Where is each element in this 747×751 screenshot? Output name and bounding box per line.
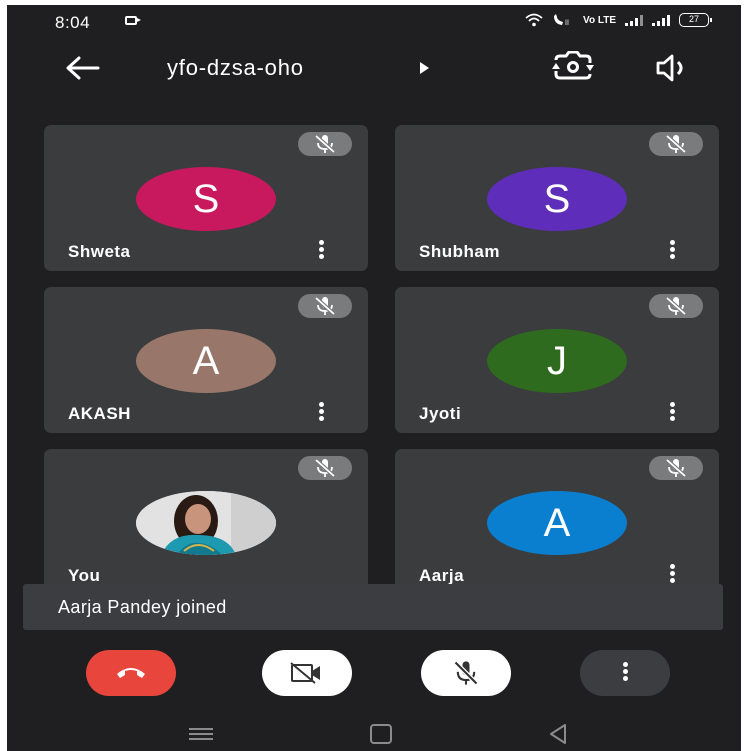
back-arrow-icon[interactable]	[65, 53, 101, 83]
signal-strength-icon	[625, 14, 643, 26]
participant-name: You	[68, 566, 101, 585]
mic-off-badge	[298, 456, 352, 480]
more-options-icon[interactable]	[316, 239, 326, 263]
participant-name: Shubham	[419, 242, 500, 261]
signal-strength-icon-2	[652, 14, 670, 26]
phone-hangup-icon	[117, 668, 145, 678]
mic-off-badge	[298, 294, 352, 318]
volte-label: Vo LTE	[583, 14, 616, 26]
more-vertical-icon	[620, 661, 630, 683]
avatar: S	[136, 167, 276, 231]
profile-photo	[136, 491, 276, 555]
toast-message: Aarja Pandey joined	[58, 597, 227, 617]
join-notification-toast: Aarja Pandey joined	[23, 584, 723, 630]
caret-right-icon[interactable]	[420, 62, 429, 74]
status-icons: ll Vo LTE 27	[525, 13, 712, 27]
mic-off-badge	[649, 132, 703, 156]
more-options-icon[interactable]	[667, 239, 677, 263]
meeting-header: yfo-dzsa-oho	[7, 45, 741, 95]
status-time: 8:04	[55, 13, 91, 32]
mic-off-badge	[649, 294, 703, 318]
wifi-calling-icon: ll	[554, 14, 569, 27]
participant-tile[interactable]: J Jyoti	[395, 287, 719, 433]
mic-off-icon	[314, 458, 336, 478]
participant-tile[interactable]: S Shubham	[395, 125, 719, 271]
mic-off-icon	[314, 296, 336, 316]
participant-tile-self[interactable]: You	[44, 449, 368, 589]
mic-toggle-button[interactable]	[421, 650, 511, 696]
mic-off-icon	[314, 134, 336, 154]
participant-tile[interactable]: A Aarja	[395, 449, 719, 589]
svg-text:ll: ll	[565, 19, 569, 27]
mic-off-badge	[649, 456, 703, 480]
end-call-button[interactable]	[86, 650, 176, 696]
video-off-icon	[290, 662, 320, 684]
switch-camera-icon[interactable]	[550, 51, 596, 83]
speaker-icon[interactable]	[652, 53, 694, 83]
participant-tile[interactable]: A AKASH	[44, 287, 368, 433]
mic-off-icon	[453, 660, 479, 686]
mic-off-icon	[665, 296, 687, 316]
participant-name: AKASH	[68, 404, 131, 423]
avatar: J	[487, 329, 627, 393]
nav-home-icon[interactable]	[370, 724, 392, 744]
meet-call-screen: 8:04 ll Vo LTE 27 yfo-dzsa-oho S Shweta …	[7, 5, 741, 751]
participant-name: Aarja	[419, 566, 465, 585]
participant-tile[interactable]: S Shweta	[44, 125, 368, 271]
mic-off-badge	[298, 132, 352, 156]
battery-icon: 27	[679, 13, 712, 27]
mic-off-icon	[665, 134, 687, 154]
participant-name: Shweta	[68, 242, 131, 261]
nav-recents-icon[interactable]	[189, 728, 213, 740]
camera-toggle-button[interactable]	[262, 650, 352, 696]
status-bar: 8:04 ll Vo LTE 27	[7, 5, 741, 39]
mic-off-icon	[665, 458, 687, 478]
more-options-icon[interactable]	[667, 401, 677, 425]
wifi-icon	[525, 13, 543, 27]
avatar: A	[136, 329, 276, 393]
more-options-icon[interactable]	[316, 401, 326, 425]
avatar: A	[487, 491, 627, 555]
avatar: S	[487, 167, 627, 231]
participant-name: Jyoti	[419, 404, 462, 423]
meeting-code[interactable]: yfo-dzsa-oho	[167, 55, 304, 81]
nav-back-icon[interactable]	[548, 723, 568, 745]
camera-in-use-icon	[125, 16, 141, 25]
more-options-button[interactable]	[580, 650, 670, 696]
android-nav-bar	[7, 711, 741, 751]
